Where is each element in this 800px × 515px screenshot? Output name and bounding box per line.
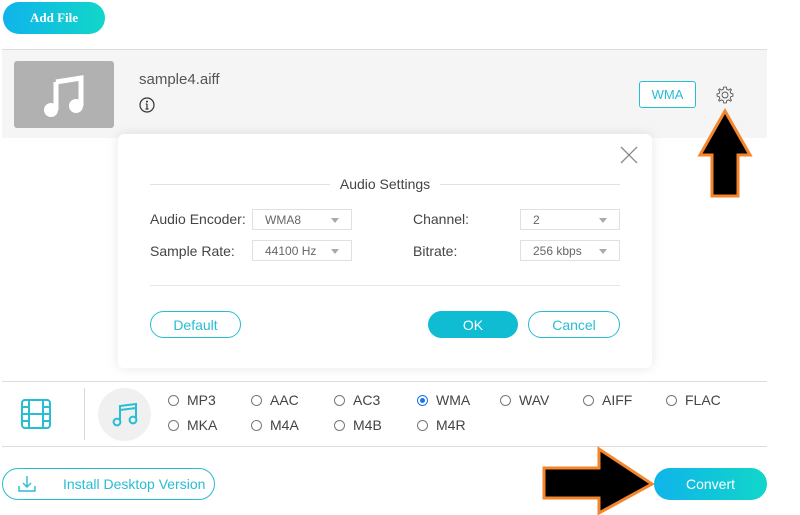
format-option-label: AIFF [602,392,633,408]
radio-button[interactable] [334,419,345,431]
radio-button[interactable] [417,394,428,406]
format-option-m4a[interactable]: M4A [251,417,299,433]
music-note-icon [44,74,84,117]
radio-button[interactable] [417,419,428,431]
film-icon[interactable] [20,398,52,430]
audio-settings-dialog: Audio Settings Audio Encoder: WMA8 Chann… [118,134,652,368]
encoder-select[interactable]: WMA8 [252,209,352,230]
bitrate-select[interactable]: 256 kbps [520,240,620,261]
bitrate-label: Bitrate: [413,243,458,259]
install-desktop-button[interactable]: Install Desktop Version [2,468,215,500]
file-row: sample4.aiff WMA [2,49,767,138]
format-option-aac[interactable]: AAC [251,392,299,408]
file-name: sample4.aiff [139,71,220,88]
format-option-ac3[interactable]: AC3 [334,392,380,408]
radio-button[interactable] [500,394,511,406]
format-option-label: M4A [270,417,299,433]
radio-button[interactable] [666,394,677,406]
radio-button[interactable] [251,419,262,431]
radio-button[interactable] [334,394,345,406]
format-option-wav[interactable]: WAV [500,392,549,408]
channel-label: Channel: [413,211,470,227]
annotation-arrow-up [697,108,753,198]
convert-button[interactable]: Convert [654,468,767,500]
radio-button[interactable] [168,394,179,406]
format-option-label: M4R [436,417,466,433]
sample-rate-label: Sample Rate: [150,243,235,259]
dialog-title: Audio Settings [339,176,431,192]
chevron-down-icon [331,249,339,254]
radio-button[interactable] [251,394,262,406]
format-option-aiff[interactable]: AIFF [583,392,632,408]
cancel-button[interactable]: Cancel [528,311,620,338]
annotation-arrow-right [542,446,655,515]
format-option-label: AAC [270,392,299,408]
audio-tab[interactable] [98,388,151,441]
divider [2,381,767,382]
encoder-value: WMA8 [265,212,301,227]
format-option-wma[interactable]: WMA [417,392,470,408]
default-button[interactable]: Default [150,311,241,338]
format-option-label: FLAC [685,392,721,408]
sample-rate-value: 44100 Hz [265,243,317,258]
chevron-down-icon [599,218,607,223]
format-option-m4r[interactable]: M4R [417,417,466,433]
radio-button[interactable] [168,419,179,431]
gear-icon[interactable] [715,85,735,105]
divider [150,183,330,185]
format-option-m4b[interactable]: M4B [334,417,382,433]
divider [84,388,85,440]
format-option-label: MP3 [187,392,216,408]
format-option-label: MKA [187,417,218,433]
add-file-button[interactable]: Add File [3,2,105,34]
divider [150,285,620,286]
channel-value: 2 [533,212,540,227]
encoder-label: Audio Encoder: [150,211,246,227]
output-format-badge[interactable]: WMA [639,81,696,108]
radio-button[interactable] [583,394,594,406]
chevron-down-icon [599,249,607,254]
info-icon[interactable] [139,97,155,113]
divider [440,183,621,185]
dialog-header: Audio Settings [150,176,621,192]
close-icon[interactable] [620,146,638,164]
format-option-label: M4B [353,417,382,433]
music-note-icon [112,402,137,426]
format-option-mp3[interactable]: MP3 [168,392,216,408]
channel-select[interactable]: 2 [520,209,620,230]
install-label: Install Desktop Version [63,476,206,492]
format-option-label: WAV [519,392,550,408]
file-thumbnail [14,61,114,128]
format-option-label: WMA [436,392,471,408]
bitrate-value: 256 kbps [533,243,582,258]
download-icon [18,476,36,492]
chevron-down-icon [331,218,339,223]
sample-rate-select[interactable]: 44100 Hz [252,240,352,261]
format-option-mka[interactable]: MKA [168,417,217,433]
format-option-flac[interactable]: FLAC [666,392,721,408]
format-option-label: AC3 [353,392,381,408]
ok-button[interactable]: OK [428,311,518,338]
